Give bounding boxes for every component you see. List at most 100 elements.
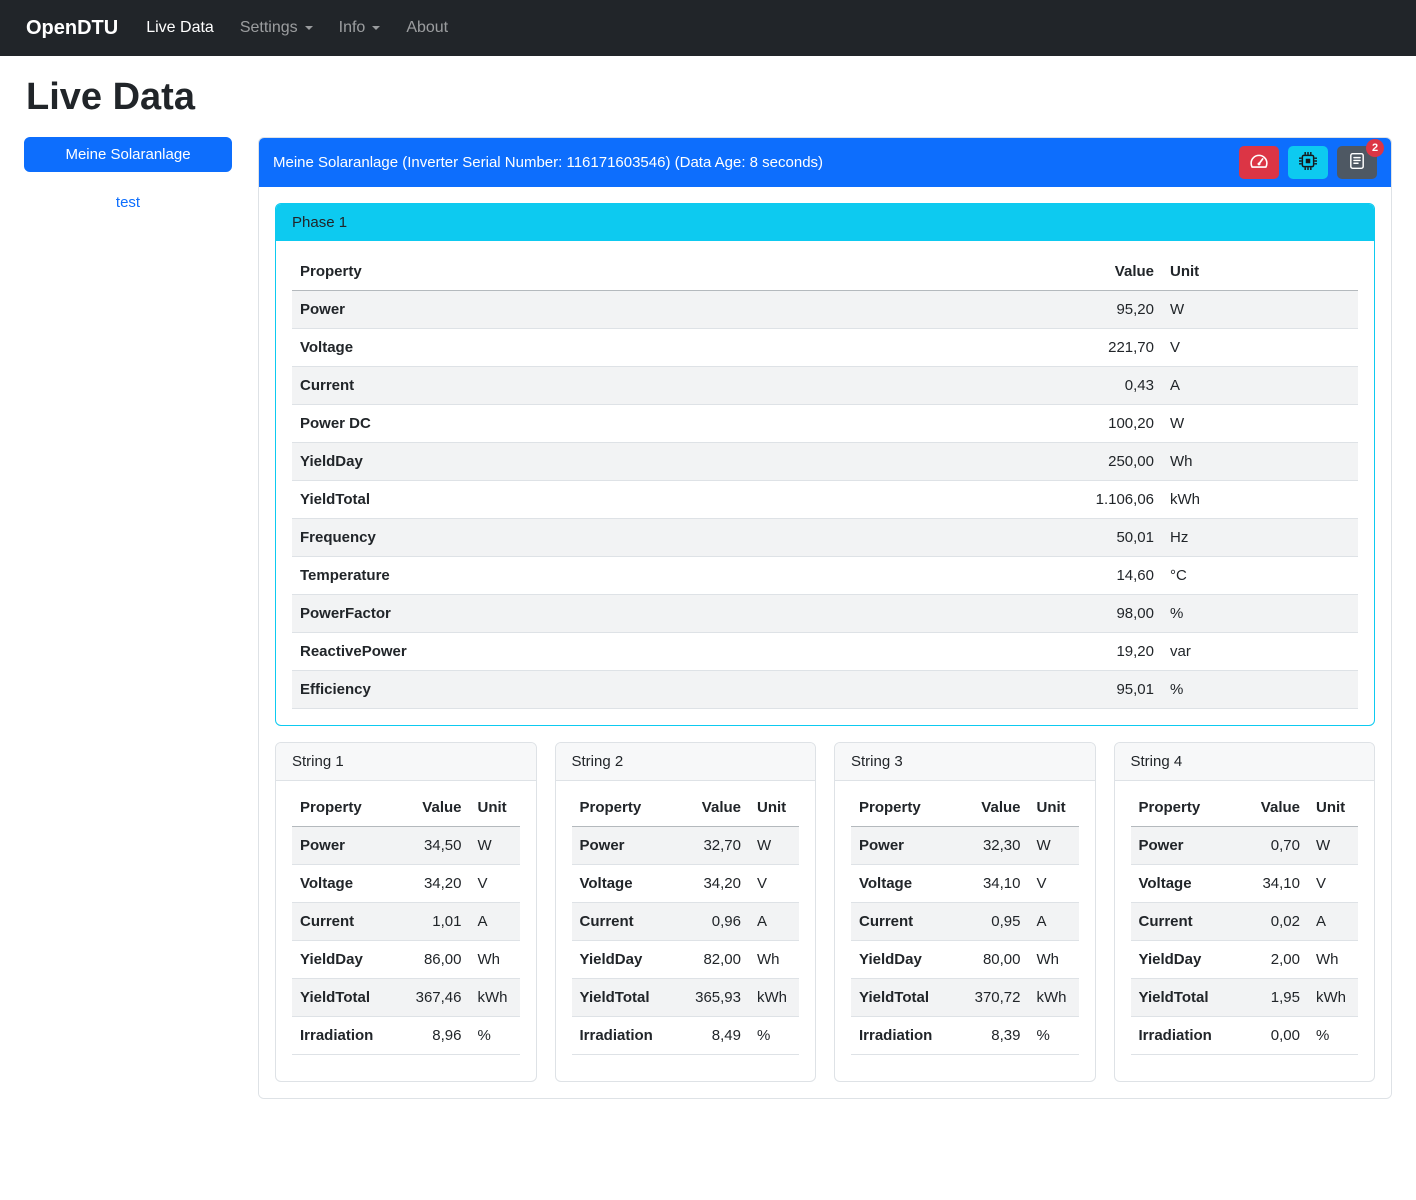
property-cell: YieldTotal xyxy=(292,481,1032,519)
string-card-title: String 4 xyxy=(1115,743,1375,781)
unit-cell: Wh xyxy=(1162,443,1358,481)
string-card-3: String 3 Property Value Unit xyxy=(834,742,1096,1082)
table-row: YieldTotal365,93kWh xyxy=(572,979,800,1017)
property-cell: Irradiation xyxy=(292,1017,392,1055)
table-row: Voltage34,20V xyxy=(572,865,800,903)
value-cell: 365,93 xyxy=(671,979,749,1017)
string-table-1: Property Value Unit Power34,50WVoltage34… xyxy=(292,789,520,1055)
unit-cell: A xyxy=(1162,367,1358,405)
cpu-icon xyxy=(1299,152,1317,173)
unit-cell: kWh xyxy=(1308,979,1358,1017)
brand-opendtu[interactable]: OpenDTU xyxy=(26,17,118,40)
table-row: YieldDay80,00Wh xyxy=(851,941,1079,979)
inverter-actions: 2 xyxy=(1239,146,1377,179)
column-header-property: Property xyxy=(572,789,672,827)
unit-cell: A xyxy=(749,903,799,941)
inverter-card-header: Meine Solaranlage (Inverter Serial Numbe… xyxy=(259,138,1391,187)
nav-item-settings[interactable]: Settings xyxy=(240,19,313,37)
unit-cell: A xyxy=(470,903,520,941)
unit-cell: V xyxy=(1162,329,1358,367)
property-cell: Power xyxy=(1131,827,1231,865)
table-header-row: Property Value Unit xyxy=(292,789,520,827)
inverter-header-text: Meine Solaranlage (Inverter Serial Numbe… xyxy=(273,154,823,171)
property-cell: YieldTotal xyxy=(1131,979,1231,1017)
property-cell: Voltage xyxy=(292,329,1032,367)
nav-label: Settings xyxy=(240,19,298,37)
table-header-row: Property Value Unit xyxy=(1131,789,1359,827)
property-cell: Current xyxy=(292,903,392,941)
property-cell: Current xyxy=(851,903,951,941)
value-cell: 19,20 xyxy=(1032,633,1162,671)
value-cell: 370,72 xyxy=(951,979,1029,1017)
unit-cell: % xyxy=(1308,1017,1358,1055)
column-header-value: Value xyxy=(951,789,1029,827)
value-cell: 34,10 xyxy=(1230,865,1308,903)
string-card-title: String 3 xyxy=(835,743,1095,781)
strings-row: String 1 Property Value Unit xyxy=(275,742,1375,1082)
table-header-row: Property Value Unit xyxy=(851,789,1079,827)
unit-cell: kWh xyxy=(1029,979,1079,1017)
property-cell: YieldDay xyxy=(1131,941,1231,979)
journal-icon xyxy=(1348,152,1366,173)
property-cell: Voltage xyxy=(1131,865,1231,903)
unit-cell: V xyxy=(749,865,799,903)
property-cell: Irradiation xyxy=(1131,1017,1231,1055)
phase-table: Property Value Unit Power95,20WVoltage22… xyxy=(292,253,1358,709)
property-cell: Current xyxy=(292,367,1032,405)
nav-item-live-data[interactable]: Live Data xyxy=(146,19,214,37)
unit-cell: kWh xyxy=(749,979,799,1017)
unit-cell: % xyxy=(1162,671,1358,709)
string-card-4: String 4 Property Value Unit xyxy=(1114,742,1376,1082)
table-row: Irradiation8,49% xyxy=(572,1017,800,1055)
table-row: Efficiency95,01% xyxy=(292,671,1358,709)
property-cell: YieldDay xyxy=(292,941,392,979)
property-cell: YieldTotal xyxy=(851,979,951,1017)
unit-cell: A xyxy=(1308,903,1358,941)
inverter-info-button[interactable]: 2 xyxy=(1337,146,1377,179)
table-row: Current0,96A xyxy=(572,903,800,941)
column-header-unit: Unit xyxy=(470,789,520,827)
value-cell: 34,50 xyxy=(392,827,470,865)
unit-cell: W xyxy=(1308,827,1358,865)
unit-cell: % xyxy=(1162,595,1358,633)
table-row: Current0,43A xyxy=(292,367,1358,405)
nav-item-info[interactable]: Info xyxy=(339,19,381,37)
property-cell: YieldDay xyxy=(572,941,672,979)
table-row: Power32,30W xyxy=(851,827,1079,865)
value-cell: 0,00 xyxy=(1230,1017,1308,1055)
page-title: Live Data xyxy=(26,76,1392,119)
sidebar-link-test[interactable]: test xyxy=(24,194,232,211)
value-cell: 1.106,06 xyxy=(1032,481,1162,519)
property-cell: Voltage xyxy=(572,865,672,903)
nav-item-about[interactable]: About xyxy=(406,19,448,37)
unit-cell: % xyxy=(470,1017,520,1055)
value-cell: 98,00 xyxy=(1032,595,1162,633)
table-row: Voltage34,20V xyxy=(292,865,520,903)
nav-label: About xyxy=(406,19,448,37)
property-cell: Frequency xyxy=(292,519,1032,557)
event-count-badge: 2 xyxy=(1366,139,1384,157)
property-cell: Efficiency xyxy=(292,671,1032,709)
unit-cell: kWh xyxy=(470,979,520,1017)
power-settings-button[interactable] xyxy=(1288,146,1328,179)
limit-settings-button[interactable] xyxy=(1239,146,1279,179)
property-cell: PowerFactor xyxy=(292,595,1032,633)
value-cell: 0,96 xyxy=(671,903,749,941)
table-row: YieldTotal1,95kWh xyxy=(1131,979,1359,1017)
value-cell: 8,49 xyxy=(671,1017,749,1055)
inverter-select-button[interactable]: Meine Solaranlage xyxy=(24,137,232,172)
page-container: Live Data Meine Solaranlage test Meine S… xyxy=(0,56,1416,1109)
property-cell: ReactivePower xyxy=(292,633,1032,671)
inverter-card-body: Phase 1 Property Value Unit Power95,20WV… xyxy=(259,187,1391,1098)
value-cell: 95,20 xyxy=(1032,291,1162,329)
column-header-property: Property xyxy=(292,789,392,827)
nav-label: Info xyxy=(339,19,366,37)
property-cell: Irradiation xyxy=(572,1017,672,1055)
table-row: YieldDay86,00Wh xyxy=(292,941,520,979)
value-cell: 0,70 xyxy=(1230,827,1308,865)
unit-cell: Hz xyxy=(1162,519,1358,557)
table-row: Voltage34,10V xyxy=(851,865,1079,903)
navbar: OpenDTU Live Data Settings Info About xyxy=(0,0,1416,56)
unit-cell: V xyxy=(1029,865,1079,903)
gauge-icon xyxy=(1250,152,1268,173)
